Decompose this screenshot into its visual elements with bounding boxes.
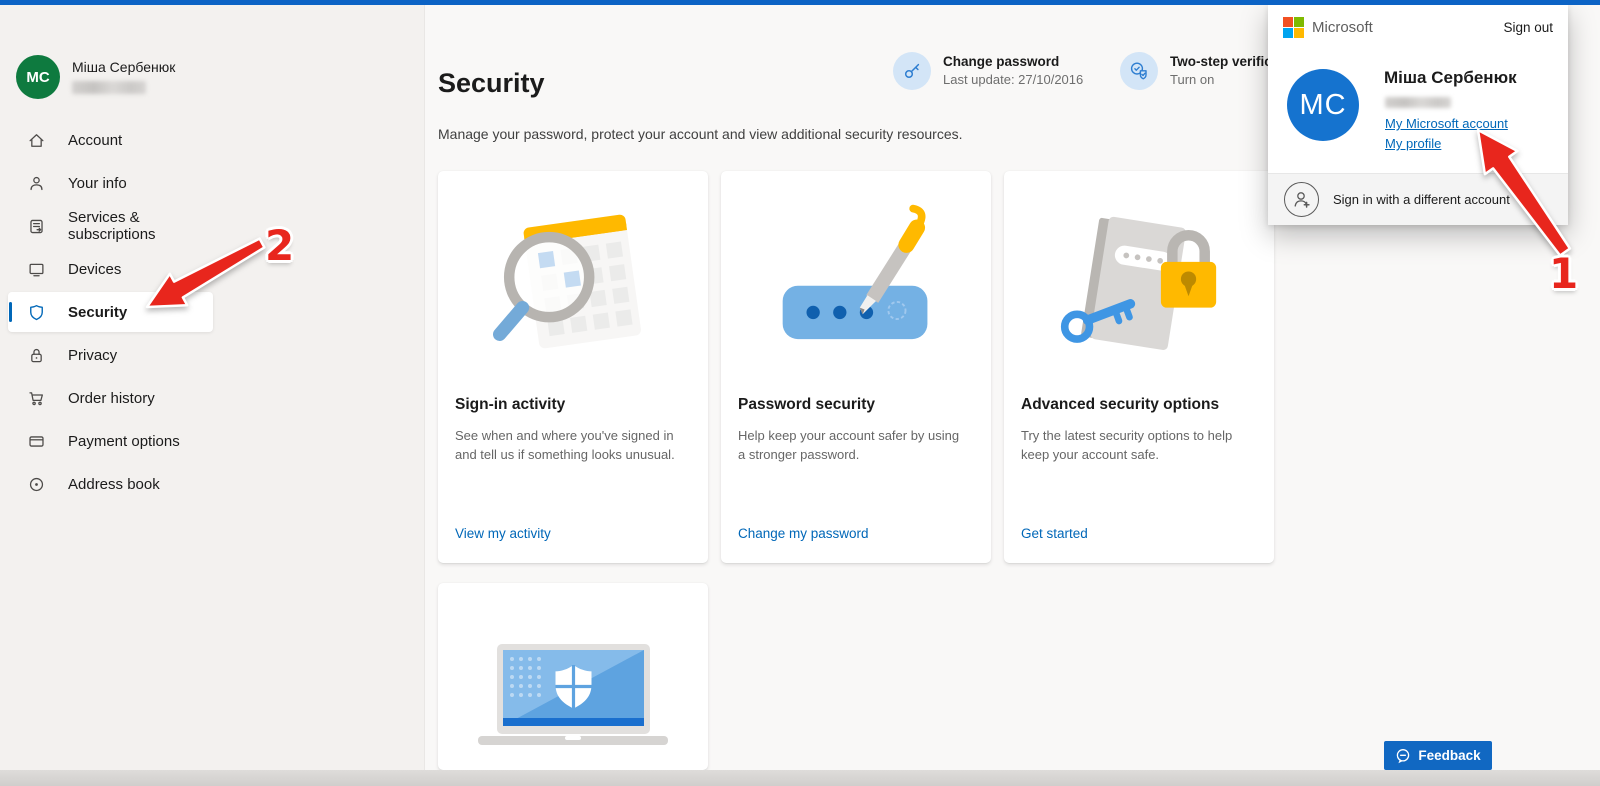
- card-description: Help keep your account safer by using a …: [738, 427, 969, 465]
- my-microsoft-account-link[interactable]: My Microsoft account: [1385, 116, 1508, 131]
- sidebar-item-label: Devices: [68, 261, 121, 278]
- sign-in-activity-card: Sign-in activity See when and where you'…: [438, 171, 708, 563]
- sidebar-item-payment-options[interactable]: Payment options: [8, 421, 213, 461]
- password-security-card: Password security Help keep your account…: [721, 171, 991, 563]
- sidebar-item-devices[interactable]: Devices: [8, 249, 213, 289]
- sidebar-item-order-history[interactable]: Order history: [8, 378, 213, 418]
- lock-icon: [28, 347, 45, 364]
- sidebar-item-label: Account: [68, 132, 122, 149]
- sidebar-item-address-book[interactable]: Address book: [8, 464, 213, 504]
- sidebar-nav: Account Your info Services & subscriptio…: [0, 120, 425, 507]
- shield-icon: [28, 304, 45, 321]
- sidebar-item-your-info[interactable]: Your info: [8, 163, 213, 203]
- card-title: Advanced security options: [1021, 396, 1257, 414]
- account-menu-header: Microsoft Sign out: [1268, 5, 1568, 50]
- account-menu: Microsoft Sign out MC Міша Сербенюк My M…: [1268, 5, 1568, 225]
- person-icon: [28, 175, 45, 192]
- change-password-action[interactable]: Change password Last update: 27/10/2016: [893, 52, 1083, 90]
- services-icon: [28, 218, 45, 235]
- view-my-activity-link[interactable]: View my activity: [455, 526, 551, 541]
- sidebar-item-label: Payment options: [68, 433, 180, 450]
- sidebar-item-label: Your info: [68, 175, 127, 192]
- feedback-icon: [1395, 748, 1411, 764]
- sign-out-button[interactable]: Sign out: [1503, 20, 1553, 35]
- account-menu-name: Міша Сербенюк: [1384, 68, 1517, 88]
- card-description: See when and where you've signed in and …: [455, 427, 686, 465]
- change-password-label: Change password: [943, 54, 1083, 69]
- change-password-sublabel: Last update: 27/10/2016: [943, 72, 1083, 87]
- home-icon: [28, 132, 45, 149]
- profile-username-redacted: [72, 81, 146, 94]
- verification-icon: [1120, 52, 1158, 90]
- card-title: Password security: [738, 396, 974, 414]
- microsoft-brand-label: Microsoft: [1312, 19, 1373, 36]
- account-email-redacted: [1385, 97, 1451, 108]
- microsoft-brand: Microsoft: [1283, 17, 1373, 38]
- key-icon: [893, 52, 931, 90]
- sign-in-activity-illustration: [438, 183, 708, 398]
- change-my-password-link[interactable]: Change my password: [738, 526, 869, 541]
- sidebar-item-label: Order history: [68, 390, 155, 407]
- card-description: Try the latest security options to help …: [1021, 427, 1252, 465]
- window-bottom-edge: [0, 770, 1600, 786]
- windows-security-illustration: [438, 641, 708, 770]
- sidebar-item-security[interactable]: Security: [8, 292, 213, 332]
- sidebar-item-label: Privacy: [68, 347, 117, 364]
- sign-in-different-account-label: Sign in with a different account: [1333, 192, 1510, 207]
- devices-icon: [28, 261, 45, 278]
- card-title: Sign-in activity: [455, 396, 691, 414]
- annotation-number-1: 1: [1549, 249, 1578, 298]
- password-security-illustration: [721, 183, 991, 398]
- sidebar: MC Міша Сербенюк Account Your info Servi…: [0, 5, 425, 770]
- payment-card-icon: [28, 433, 45, 450]
- advanced-security-illustration: [1004, 183, 1274, 398]
- address-pin-icon: [28, 476, 45, 493]
- feedback-label: Feedback: [1418, 748, 1480, 763]
- sidebar-profile: MC Міша Сербенюк: [16, 55, 175, 99]
- sidebar-item-services-subscriptions[interactable]: Services & subscriptions: [8, 206, 213, 246]
- page-title: Security: [438, 68, 545, 99]
- browser-top-accent-bar: [0, 0, 1600, 5]
- account-menu-avatar[interactable]: MC: [1287, 69, 1359, 141]
- sidebar-item-account[interactable]: Account: [8, 120, 213, 160]
- profile-name: Міша Сербенюк: [72, 59, 175, 75]
- advanced-security-options-card: Advanced security options Try the latest…: [1004, 171, 1274, 563]
- sidebar-item-privacy[interactable]: Privacy: [8, 335, 213, 375]
- page-subtitle: Manage your password, protect your accou…: [438, 126, 963, 142]
- cart-icon: [28, 390, 45, 407]
- sign-in-different-account[interactable]: Sign in with a different account: [1268, 173, 1568, 225]
- sidebar-item-label: Services & subscriptions: [68, 209, 213, 243]
- sidebar-item-label: Security: [68, 304, 127, 321]
- avatar[interactable]: MC: [16, 55, 60, 99]
- windows-security-card: [438, 583, 708, 770]
- microsoft-logo-icon: [1283, 17, 1304, 38]
- feedback-button[interactable]: Feedback: [1384, 741, 1492, 770]
- my-profile-link[interactable]: My profile: [1385, 136, 1441, 151]
- person-add-icon: [1284, 182, 1319, 217]
- get-started-link[interactable]: Get started: [1021, 526, 1088, 541]
- sidebar-item-label: Address book: [68, 476, 160, 493]
